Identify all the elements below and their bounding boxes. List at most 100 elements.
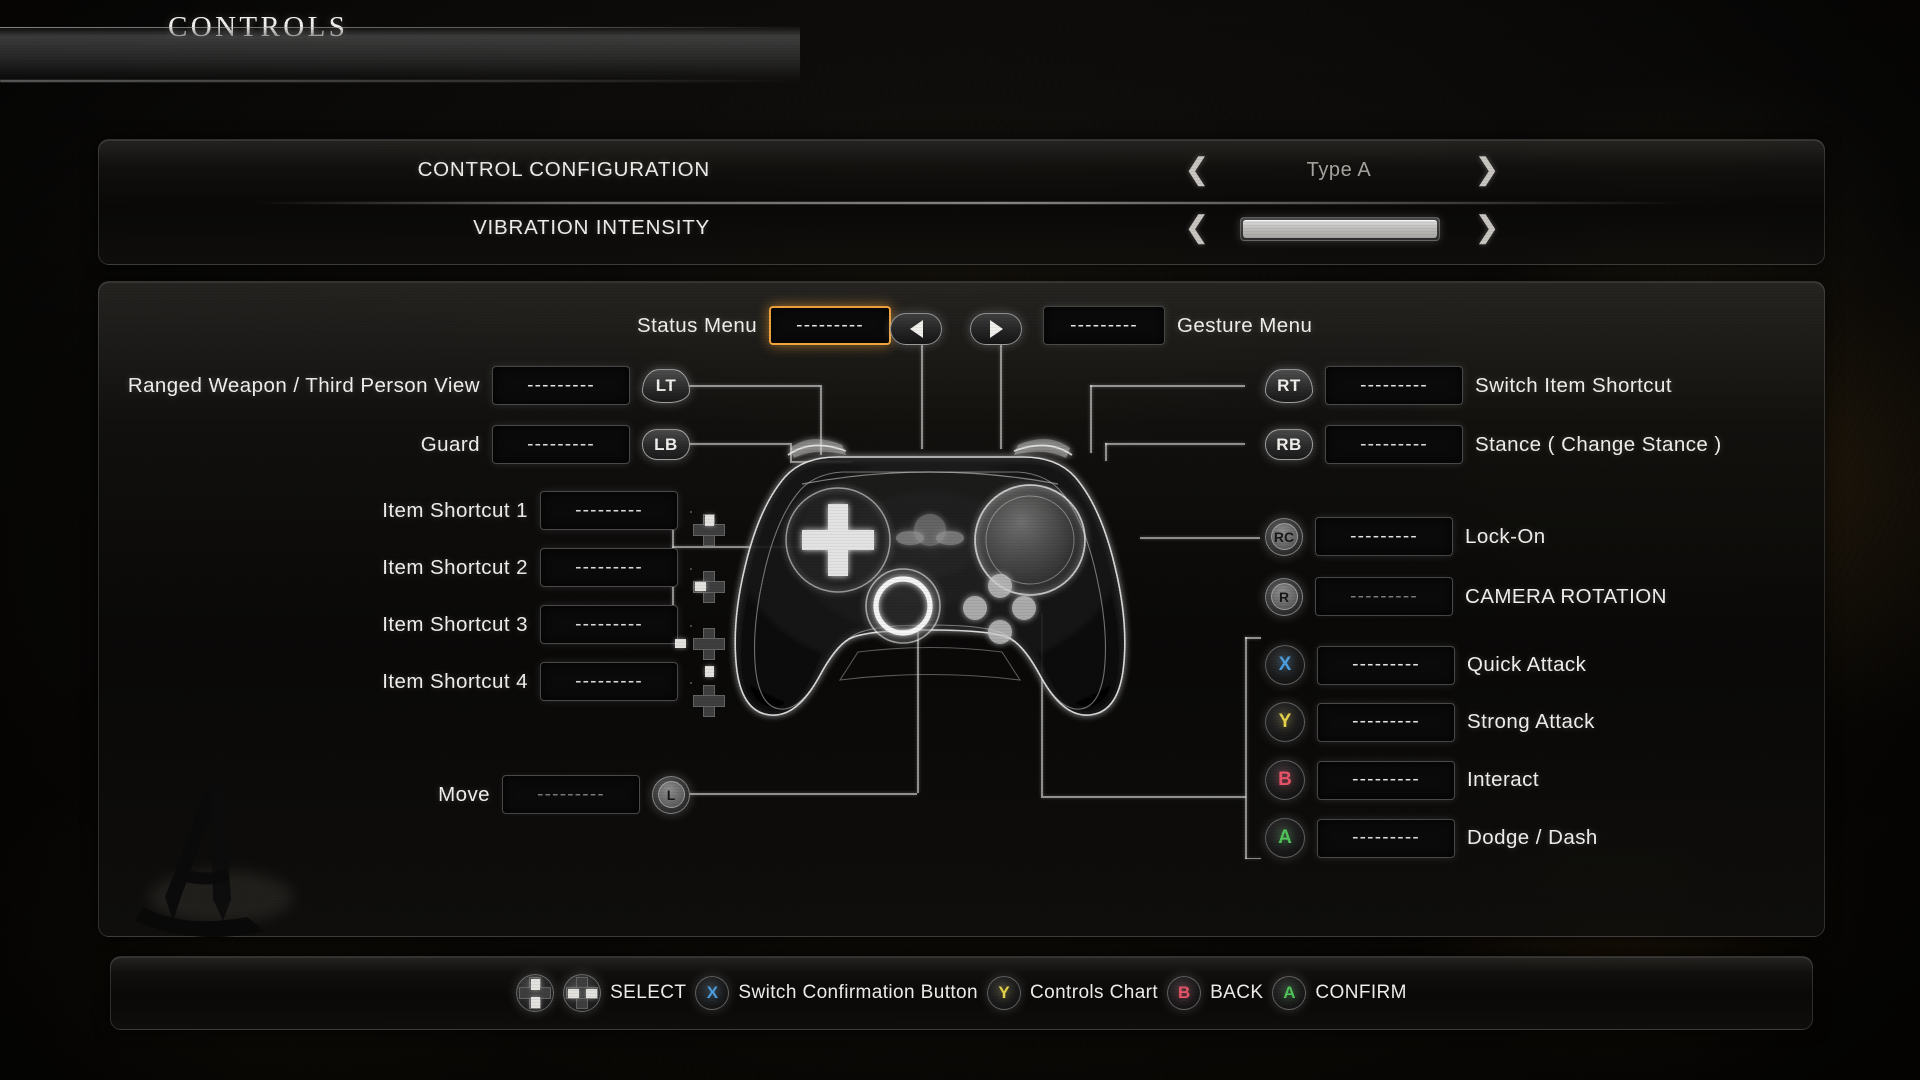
face-button-x-icon[interactable]: X — [695, 976, 730, 1010]
status-menu-binding[interactable]: --------- — [769, 306, 892, 345]
binding-label: Switch Item Shortcut — [1475, 373, 1672, 397]
dpad-down-highlight — [704, 666, 714, 677]
leader-line — [1090, 385, 1092, 453]
binding-value[interactable]: --------- — [1317, 760, 1455, 800]
vibration-intensity-decrease-button[interactable]: ❮ — [1184, 213, 1210, 244]
face-button-b-shape: B — [1265, 760, 1305, 800]
leader-line — [1105, 443, 1107, 461]
binding-row-right: RT --------- Switch Item Shortcut — [1265, 366, 1672, 405]
vibration-intensity-increase-button[interactable]: ❯ — [1474, 213, 1500, 244]
binding-value[interactable]: --------- — [492, 425, 630, 464]
legend-label: Controls Chart — [1029, 982, 1159, 1003]
rb-bumper-icon: RB — [1265, 429, 1313, 460]
legend-label: SELECT — [610, 982, 687, 1003]
bracket-bottom-arm — [1245, 857, 1261, 859]
control-configuration-value[interactable]: Type A — [1219, 159, 1459, 182]
leader-line — [917, 615, 919, 793]
binding-label: CAMERA ROTATION — [1465, 584, 1667, 608]
binding-row-left: Move --------- L — [438, 775, 690, 814]
binding-value[interactable]: --------- — [1317, 645, 1455, 685]
leader-line — [921, 345, 923, 449]
leader-line — [1041, 796, 1246, 798]
binding-label: Move — [438, 782, 490, 806]
binding-label: Quick Attack — [1467, 653, 1587, 676]
binding-value[interactable]: --------- — [540, 605, 678, 644]
select-button-icon[interactable] — [890, 313, 942, 345]
binding-value[interactable]: --------- — [1325, 425, 1463, 464]
face-button-a-shape: A — [1265, 818, 1305, 858]
control-configuration-row: CONTROL CONFIGURATION ❮ Type A ❯ — [99, 144, 1824, 204]
binding-row-left: Item Shortcut 4 --------- — [382, 662, 725, 717]
dpad-down-highlight — [530, 996, 540, 1008]
gesture-menu-label: Gesture Menu — [1177, 313, 1313, 337]
gesture-menu-row: --------- Gesture Menu — [1043, 306, 1312, 345]
face-button-b-icon: B — [1265, 760, 1305, 800]
control-configuration-prev-button[interactable]: ❮ — [1184, 155, 1210, 186]
rb-bumper-shape: RB — [1265, 429, 1313, 460]
binding-row-left: Guard --------- LB — [421, 425, 690, 464]
binding-row-right: RB --------- Stance ( Change Stance ) — [1265, 425, 1722, 464]
leader-line — [1140, 537, 1260, 539]
binding-label: Guard — [420, 432, 480, 456]
face-button-y-icon: Y — [1265, 702, 1305, 742]
face-button-a-icon[interactable]: A — [1272, 976, 1307, 1010]
control-configuration-next-button[interactable]: ❯ — [1474, 155, 1500, 186]
face-button-y-shape: Y — [1265, 702, 1305, 742]
binding-value[interactable]: --------- — [540, 491, 678, 530]
lb-bumper-icon: LB — [642, 429, 690, 460]
binding-row-left: Item Shortcut 2 --------- — [382, 548, 725, 603]
dpad-horizontal-arm — [693, 637, 725, 650]
dpad-vertical-icon[interactable] — [516, 974, 555, 1012]
control-configuration-panel: CONTROL CONFIGURATION ❮ Type A ❯ VIBRATI… — [98, 139, 1825, 265]
binding-value[interactable]: --------- — [1315, 517, 1453, 556]
bottom-help-bar: SELECT X Switch Confirmation Button Y Contro… — [110, 956, 1813, 1030]
start-button-icon[interactable] — [970, 313, 1022, 345]
vibration-intensity-label: VIBRATION INTENSITY — [473, 216, 710, 239]
face-button-b-icon[interactable]: B — [1167, 976, 1202, 1010]
rt-trigger-shape: RT — [1265, 368, 1313, 403]
menu-select-start-buttons — [890, 313, 1022, 345]
face-button-x-shape: X — [1265, 645, 1305, 685]
dpad-horizontal-arm — [693, 694, 725, 707]
binding-row-right: Y --------- Strong Attack — [1265, 702, 1595, 742]
binding-value[interactable]: --------- — [540, 548, 678, 587]
vibration-intensity-row: VIBRATION INTENSITY ❮ ❯ — [99, 202, 1824, 258]
dpad-up-highlight — [530, 978, 540, 990]
binding-row-right: R --------- CAMERA ROTATION — [1265, 577, 1667, 616]
leader-line — [1000, 345, 1002, 449]
binding-label: Lock-On — [1465, 524, 1546, 548]
face-button-y-icon[interactable]: Y — [986, 976, 1021, 1010]
binding-value[interactable]: --------- — [540, 662, 678, 701]
binding-row-left: Ranged Weapon / Third Person View -------… — [128, 366, 690, 405]
control-configuration-label: CONTROL CONFIGURATION — [417, 158, 710, 181]
legend-label: CONFIRM — [1315, 982, 1407, 1003]
lb-bumper-shape: LB — [642, 429, 690, 460]
leader-line — [672, 546, 860, 548]
binding-value[interactable]: --------- — [1325, 366, 1463, 405]
status-menu-row: Status Menu --------- — [637, 306, 892, 345]
binding-row-right: X --------- Quick Attack — [1265, 645, 1586, 685]
rc-stick-label: RC — [1270, 523, 1298, 550]
binding-value[interactable]: --------- — [492, 366, 630, 405]
banner-top-edge — [0, 27, 800, 28]
dpad-left-highlight — [567, 988, 579, 998]
face-button-x-icon: X — [1265, 645, 1305, 685]
gesture-menu-binding[interactable]: --------- — [1043, 306, 1165, 345]
vibration-intensity-fill — [1243, 220, 1437, 238]
binding-value[interactable]: --------- — [1317, 702, 1455, 742]
binding-row-right: A --------- Dodge / Dash — [1265, 818, 1598, 858]
binding-value: --------- — [1315, 577, 1453, 616]
l-stick-icon: L — [652, 775, 690, 814]
leader-line — [820, 385, 822, 455]
r-stick-label: R — [1270, 583, 1298, 610]
binding-label: Interact — [1467, 768, 1539, 791]
legend-items: SELECT X Switch Confirmation Button Y Contro… — [111, 957, 1812, 1029]
dpad-base — [690, 510, 692, 513]
leader-line — [790, 461, 852, 463]
binding-value[interactable]: --------- — [1317, 818, 1455, 858]
vibration-intensity-slider[interactable] — [1240, 217, 1440, 241]
binding-row-right: RC --------- Lock-On — [1265, 517, 1546, 556]
binding-label: Item Shortcut 3 — [382, 612, 528, 636]
leader-line — [1105, 443, 1245, 445]
dpad-horizontal-icon[interactable] — [563, 974, 602, 1012]
